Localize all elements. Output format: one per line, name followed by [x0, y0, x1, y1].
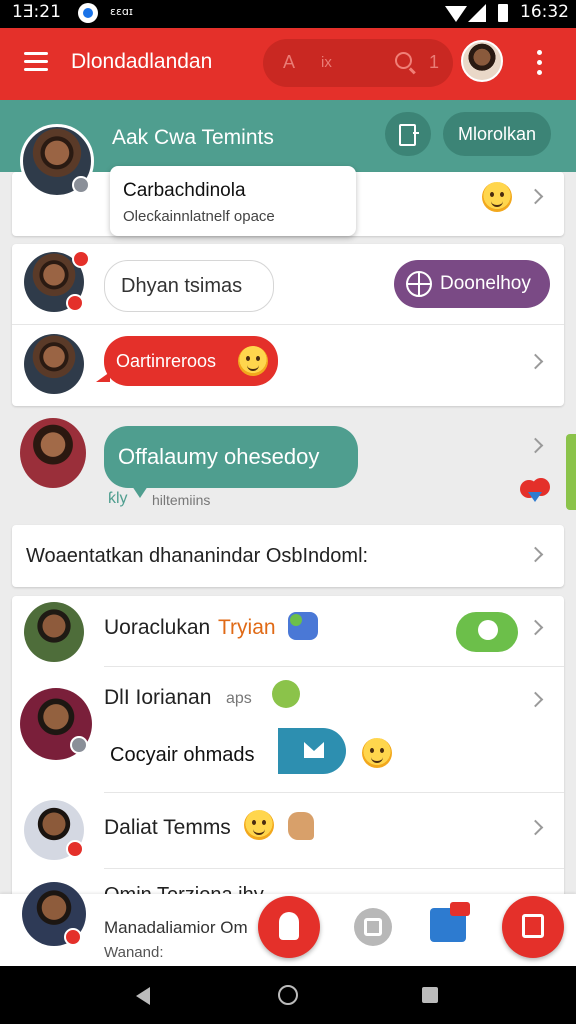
status-badge: [72, 250, 90, 268]
profile-avatar[interactable]: [461, 40, 503, 82]
sticker-icon: [272, 680, 300, 708]
emoji-icon: [238, 346, 268, 376]
sticker-icon: [288, 812, 314, 840]
popup-title: Carbachdinola: [123, 180, 246, 201]
divider: [104, 792, 564, 793]
section-title: Aak Cwa Temints: [112, 126, 274, 149]
emoji-icon: [362, 738, 392, 768]
tooltip-popup: Carbachdinola Olecƙainnlatnelf opace: [110, 166, 356, 236]
back-icon[interactable]: [136, 987, 150, 1005]
status-time-right: 16:32: [520, 2, 569, 22]
compose-fab[interactable]: [258, 896, 320, 958]
status-time-left: 1Ǝ:21: [12, 2, 61, 22]
status-bar: 1Ǝ:21 ɛɛɑɪ 16:32: [0, 0, 576, 28]
action-label: Doonelhoy: [440, 273, 531, 294]
globe-icon: [406, 271, 432, 297]
contact-meta: aps: [226, 690, 252, 707]
home-icon[interactable]: [278, 985, 298, 1005]
chevron-right-icon[interactable]: [527, 437, 544, 454]
search-letter: A: [283, 52, 296, 72]
message-bubble[interactable]: Oartinreroos: [104, 336, 278, 386]
section-row[interactable]: Woaentatkan dhananindar OsbIndoml:: [12, 525, 564, 587]
emoji-icon: [244, 810, 274, 840]
divider: [12, 324, 564, 325]
avatar[interactable]: [24, 602, 84, 662]
app-title: Dlondadlandan: [71, 50, 213, 73]
popup-subtitle: Olecƙainnlatnelf opace: [123, 208, 275, 225]
bubble-tail: [96, 372, 110, 382]
section-action-button[interactable]: Mlorolkan: [443, 112, 551, 156]
search-text: ix: [321, 54, 332, 71]
side-handle[interactable]: [566, 434, 576, 510]
message-bubble[interactable]: Dhyan tsimas: [104, 260, 274, 312]
message-note: ƙly: [108, 490, 128, 507]
contact-name-accent: Tryian: [218, 616, 276, 639]
contact-name: Uoraclukan: [104, 616, 211, 639]
message-text: Dhyan tsimas: [121, 275, 243, 297]
tablet-icon[interactable]: [385, 112, 431, 156]
chat-bubble-icon[interactable]: [456, 612, 518, 652]
system-nav-bar: [0, 966, 576, 1024]
emoji-icon: [482, 182, 512, 212]
compose-icon[interactable]: [502, 896, 564, 958]
message-text: Oartinreroos: [116, 351, 217, 371]
mail-icon[interactable]: [278, 728, 346, 774]
message-bubble[interactable]: Offalaumy ohesedoy: [104, 426, 358, 488]
chevron-right-icon[interactable]: [527, 546, 544, 563]
menu-icon[interactable]: [24, 52, 48, 72]
contact-name: Daliat Temms: [104, 816, 231, 839]
chevron-right-icon[interactable]: [527, 353, 544, 370]
heart-chat-icon[interactable]: [520, 478, 552, 506]
action-pill-button[interactable]: Doonelhoy: [394, 260, 550, 308]
signal-icon: [468, 4, 486, 22]
sticker-icon: [288, 612, 318, 640]
search-count: 1: [429, 52, 440, 72]
bubble-tail: [132, 486, 148, 498]
message-note: hiltemiins: [152, 492, 211, 508]
preview-line: Manadaliamior Om: [104, 918, 248, 937]
divider: [104, 868, 564, 869]
more-vert-icon[interactable]: [536, 50, 544, 76]
chevron-right-icon[interactable]: [527, 188, 544, 205]
message-preview: Cocyair ohmads: [110, 744, 255, 766]
section-row-text: Woaentatkan dhananindar OsbIndoml:: [26, 545, 369, 567]
status-badge: [72, 176, 90, 194]
status-badge: [66, 840, 84, 858]
notification-app-icon: [78, 3, 98, 23]
battery-icon: [498, 4, 508, 22]
avatar[interactable]: [24, 334, 84, 394]
recents-icon[interactable]: [422, 987, 438, 1003]
search-icon[interactable]: [395, 52, 412, 69]
wifi-icon: [445, 6, 467, 22]
divider: [104, 666, 564, 667]
avatar[interactable]: [20, 418, 86, 488]
contact-name: DlI Iorianan: [104, 686, 212, 709]
preview-line: Wanand:: [104, 944, 164, 961]
status-badge: [64, 928, 82, 946]
chat-icon[interactable]: [430, 902, 470, 942]
app-bar: Dlondadlandan A ix 1: [0, 28, 576, 100]
status-app-text: ɛɛɑɪ: [110, 5, 133, 18]
status-badge: [66, 294, 84, 312]
message-text: Offalaumy ohesedoy: [118, 444, 320, 469]
gallery-icon[interactable]: [354, 908, 392, 946]
status-badge: [70, 736, 88, 754]
search-box[interactable]: A ix 1: [263, 39, 453, 87]
